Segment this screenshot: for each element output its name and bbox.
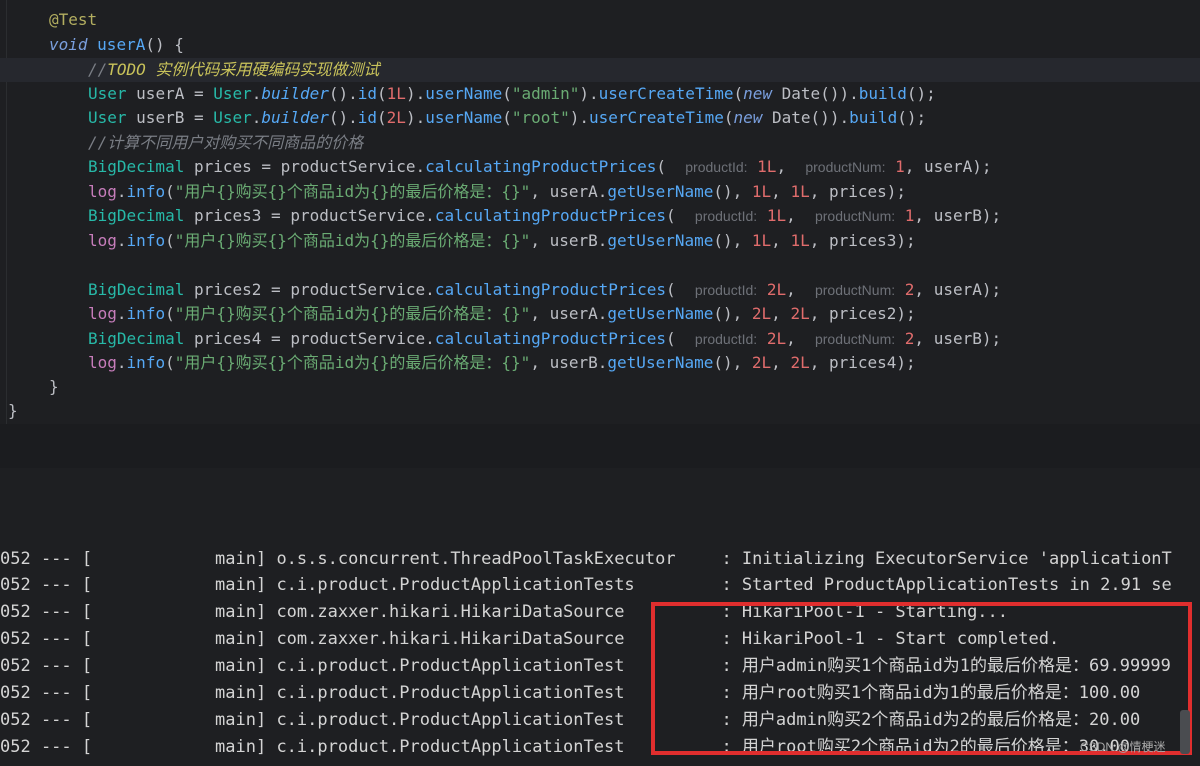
code-line-annotation[interactable]: @Test	[49, 8, 97, 32]
code-line-log[interactable]: log.info("用户{}购买{}个商品id为{}的最后价格是：{}", us…	[88, 302, 916, 326]
code-line-todo-comment[interactable]: //TODO 实例代码采用硬编码实现做测试	[88, 58, 379, 82]
code-line-calc-prices[interactable]: BigDecimal prices = productService.calcu…	[88, 155, 991, 179]
code-line-user-b[interactable]: User userB = User.builder().id(2L).userN…	[88, 106, 926, 130]
panel-divider[interactable]	[0, 424, 1200, 469]
console-scrollbar[interactable]	[1180, 710, 1190, 754]
code-line-log[interactable]: log.info("用户{}购买{}个商品id为{}的最后价格是：{}", us…	[88, 351, 916, 375]
code-line-close-method[interactable]: }	[49, 375, 59, 399]
code-line-user-a[interactable]: User userA = User.builder().id(1L).userN…	[88, 82, 936, 106]
highlight-box	[651, 602, 1192, 755]
code-line-calc-prices2[interactable]: BigDecimal prices2 = productService.calc…	[88, 278, 1001, 302]
console-line[interactable]: 052 --- [main] c.i.product.ProductApplic…	[0, 572, 1172, 599]
code-line-method-signature[interactable]: void userA() {	[49, 33, 184, 57]
code-line-close-class[interactable]: }	[8, 399, 18, 423]
code-editor[interactable]: @Test void userA() { //TODO 实例代码采用硬编码实现做…	[0, 0, 1200, 424]
code-line-calc-prices4[interactable]: BigDecimal prices4 = productService.calc…	[88, 327, 1001, 351]
code-line-comment[interactable]: //计算不同用户对购买不同商品的价格	[88, 131, 363, 155]
code-line-log[interactable]: log.info("用户{}购买{}个商品id为{}的最后价格是：{}", us…	[88, 180, 906, 204]
watermark: CSDN @情梗迷	[1080, 740, 1166, 754]
code-line-log[interactable]: log.info("用户{}购买{}个商品id为{}的最后价格是：{}", us…	[88, 229, 916, 253]
code-line-calc-prices3[interactable]: BigDecimal prices3 = productService.calc…	[88, 204, 1001, 228]
console-line[interactable]: 052 --- [main] o.s.s.concurrent.ThreadPo…	[0, 546, 1172, 573]
